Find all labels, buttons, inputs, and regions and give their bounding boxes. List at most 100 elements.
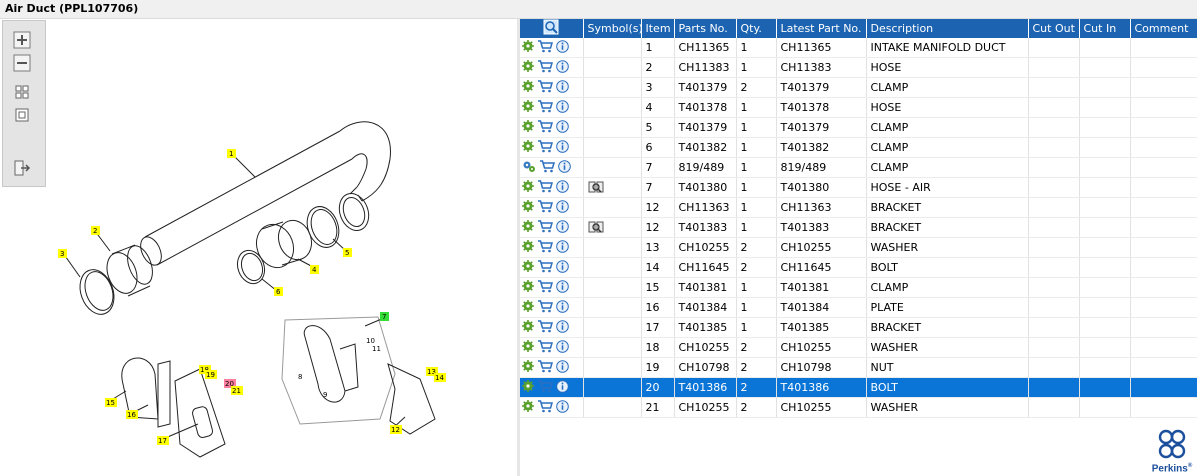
gear-icon[interactable]: [522, 240, 534, 255]
gear-icon[interactable]: [522, 340, 534, 355]
info-icon[interactable]: [556, 379, 569, 396]
gear-icon[interactable]: [522, 380, 534, 395]
gear-icon[interactable]: [522, 320, 534, 335]
col-cut-in[interactable]: Cut In: [1079, 19, 1131, 38]
info-icon[interactable]: [556, 79, 569, 96]
cell-symbol: [583, 237, 642, 258]
cart-icon[interactable]: [537, 359, 554, 376]
gear-icon[interactable]: [522, 400, 534, 415]
info-icon[interactable]: [558, 159, 571, 176]
col-comment[interactable]: Comment: [1130, 19, 1197, 38]
cart-icon[interactable]: [537, 179, 554, 196]
cart-icon[interactable]: [537, 339, 554, 356]
info-icon[interactable]: [556, 319, 569, 336]
cart-icon[interactable]: [537, 99, 554, 116]
info-icon[interactable]: [556, 199, 569, 216]
table-row[interactable]: 5 T401379 1 T401379 CLAMP: [520, 117, 1197, 138]
table-row[interactable]: 12 CH11363 1 CH11363 BRACKET: [520, 197, 1197, 218]
table-row[interactable]: 14 CH11645 2 CH11645 BOLT: [520, 257, 1197, 278]
col-latest-part-no[interactable]: Latest Part No.: [776, 19, 867, 38]
table-row[interactable]: 4 T401378 1 T401378 HOSE: [520, 97, 1197, 118]
col-item[interactable]: Item: [641, 19, 675, 38]
info-icon[interactable]: [556, 39, 569, 56]
cart-icon[interactable]: [537, 139, 554, 156]
table-row[interactable]: 3 T401379 2 T401379 CLAMP: [520, 77, 1197, 98]
info-icon[interactable]: [556, 339, 569, 356]
table-row[interactable]: 21 CH10255 2 CH10255 WASHER: [520, 397, 1197, 418]
info-icon[interactable]: [556, 59, 569, 76]
cart-icon[interactable]: [537, 39, 554, 56]
cell-cut-in: [1079, 257, 1131, 278]
gear-icon[interactable]: [522, 260, 534, 275]
row-actions: [520, 357, 584, 378]
cart-icon[interactable]: [537, 59, 554, 76]
parts-table: Symbol(s) Item Parts No. Qty. Latest Par…: [520, 19, 1197, 418]
cell-cut-out: [1028, 397, 1080, 418]
book-icon[interactable]: [588, 180, 604, 196]
col-parts-no[interactable]: Parts No.: [674, 19, 737, 38]
col-qty[interactable]: Qty.: [736, 19, 777, 38]
parts-diagram[interactable]: 1 2 3 4 5 6 7 8 9 10 11 12 13 14 15 16 1…: [0, 19, 517, 476]
info-icon[interactable]: [556, 359, 569, 376]
cart-icon[interactable]: [537, 79, 554, 96]
info-icon[interactable]: [556, 219, 569, 236]
info-icon[interactable]: [556, 119, 569, 136]
cart-icon[interactable]: [537, 219, 554, 236]
cart-icon[interactable]: [537, 299, 554, 316]
gear-icon[interactable]: [522, 180, 534, 195]
col-symbols[interactable]: Symbol(s): [583, 19, 642, 38]
table-row[interactable]: 20 T401386 2 T401386 BOLT: [520, 377, 1197, 398]
cart-icon[interactable]: [539, 159, 556, 176]
info-icon[interactable]: [556, 279, 569, 296]
gear-icon[interactable]: [522, 120, 534, 135]
cell-latest-part-no: T401381: [776, 277, 867, 298]
cart-icon[interactable]: [537, 379, 554, 396]
table-row[interactable]: 2 CH11383 1 CH11383 HOSE: [520, 57, 1197, 78]
row-actions: [520, 377, 584, 398]
cart-icon[interactable]: [537, 279, 554, 296]
cart-icon[interactable]: [537, 199, 554, 216]
table-row[interactable]: 6 T401382 1 T401382 CLAMP: [520, 137, 1197, 158]
gear-icon[interactable]: [522, 40, 534, 55]
info-icon[interactable]: [556, 139, 569, 156]
gear-icon[interactable]: [522, 160, 536, 176]
info-icon[interactable]: [556, 399, 569, 416]
table-row[interactable]: 12 T401383 1 T401383 BRACKET: [520, 217, 1197, 238]
preview-header-icon[interactable]: [520, 19, 584, 38]
table-row[interactable]: 13 CH10255 2 CH10255 WASHER: [520, 237, 1197, 258]
info-icon[interactable]: [556, 99, 569, 116]
table-row[interactable]: 7 T401380 1 T401380 HOSE - AIR: [520, 177, 1197, 198]
table-row[interactable]: 18 CH10255 2 CH10255 WASHER: [520, 337, 1197, 358]
gear-icon[interactable]: [522, 220, 534, 235]
table-row[interactable]: 7 819/489 1 819/489 CLAMP: [520, 157, 1197, 178]
cell-item: 4: [641, 97, 675, 118]
col-cut-out[interactable]: Cut Out: [1028, 19, 1080, 38]
cart-icon[interactable]: [537, 319, 554, 336]
gear-icon[interactable]: [522, 280, 534, 295]
table-row[interactable]: 16 T401384 1 T401384 PLATE: [520, 297, 1197, 318]
col-description[interactable]: Description: [866, 19, 1029, 38]
info-icon[interactable]: [556, 239, 569, 256]
gear-icon[interactable]: [522, 200, 534, 215]
gear-icon[interactable]: [522, 360, 534, 375]
gear-icon[interactable]: [522, 80, 534, 95]
table-row[interactable]: 15 T401381 1 T401381 CLAMP: [520, 277, 1197, 298]
cart-icon[interactable]: [537, 399, 554, 416]
table-row[interactable]: 17 T401385 1 T401385 BRACKET: [520, 317, 1197, 338]
table-row[interactable]: 19 CH10798 2 CH10798 NUT: [520, 357, 1197, 378]
row-actions: [520, 337, 584, 358]
book-icon[interactable]: [588, 220, 604, 236]
gear-icon[interactable]: [522, 60, 534, 75]
gear-icon[interactable]: [522, 300, 534, 315]
info-icon[interactable]: [556, 179, 569, 196]
cell-qty: 1: [736, 297, 777, 318]
cart-icon[interactable]: [537, 239, 554, 256]
cart-icon[interactable]: [537, 119, 554, 136]
gear-icon[interactable]: [522, 100, 534, 115]
gear-icon[interactable]: [522, 140, 534, 155]
info-icon[interactable]: [556, 259, 569, 276]
cell-cut-in: [1079, 38, 1131, 58]
table-row[interactable]: 1 CH11365 1 CH11365 INTAKE MANIFOLD DUCT: [520, 38, 1197, 58]
info-icon[interactable]: [556, 299, 569, 316]
cart-icon[interactable]: [537, 259, 554, 276]
